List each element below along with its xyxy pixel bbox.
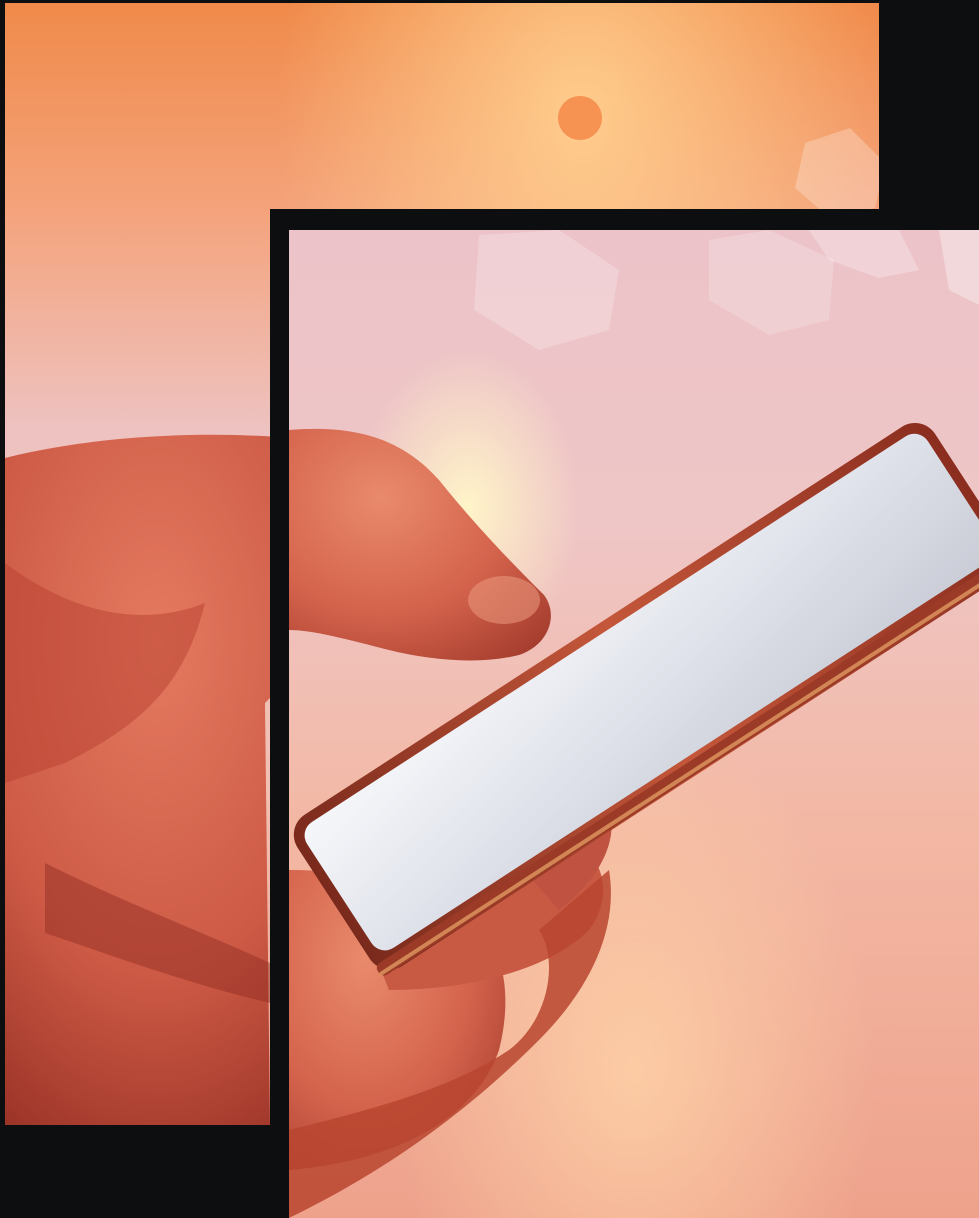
photo-front	[289, 230, 979, 1218]
photo-panel-front	[289, 230, 979, 1218]
collage-stage	[0, 0, 979, 1218]
